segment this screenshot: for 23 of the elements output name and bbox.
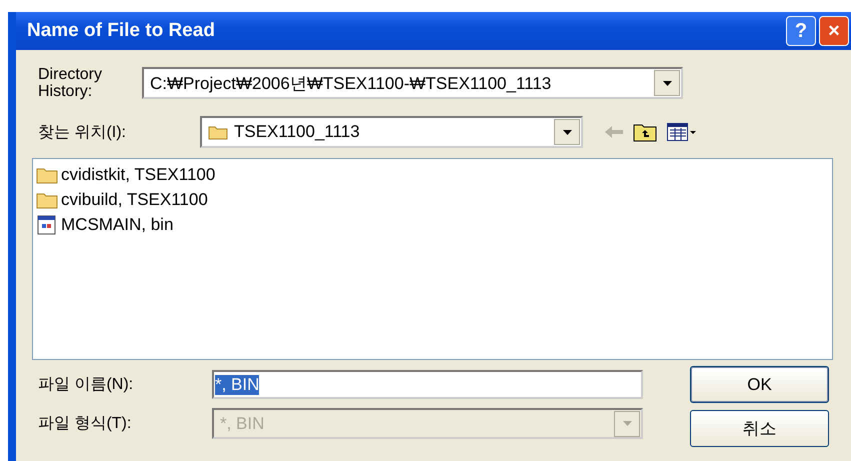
look-in-label: 찾는 위치(I): (38, 122, 127, 142)
file-list-item[interactable]: cvibuild, TSEX1100 (36, 187, 829, 212)
file-type-label: 파일 형식(T): (38, 414, 132, 434)
cancel-button[interactable]: 취소 (690, 410, 829, 447)
ok-button[interactable]: OK (690, 366, 829, 403)
folder-icon (36, 190, 58, 208)
file-name-field[interactable]: *, BIN (212, 370, 643, 399)
file-name-text: *, BIN (215, 374, 260, 394)
file-list[interactable]: cvidistkit, TSEX1100 cvibuild, TSEX1100 MCSMAIN, bin (32, 158, 833, 360)
window-title: Name of File to Read (27, 20, 215, 42)
file-list-item[interactable]: MCSMAIN, bin (36, 212, 829, 237)
directory-history-dropdown[interactable]: C:₩Project₩2006년₩TSEX1100-₩TSEX1100_1113 (142, 67, 683, 99)
program-file-icon (36, 214, 58, 234)
file-list-item[interactable]: cvidistkit, TSEX1100 (36, 162, 829, 187)
help-button[interactable]: ? (786, 16, 816, 46)
directory-history-label: Directory History: (38, 66, 104, 100)
close-button[interactable]: × (819, 16, 849, 46)
folder-icon (36, 166, 58, 184)
view-menu-icon[interactable] (667, 123, 697, 141)
up-folder-icon[interactable] (633, 122, 657, 142)
file-name-label: 파일 이름(N): (38, 375, 134, 395)
folder-icon (208, 124, 228, 140)
look-in-dropdown[interactable]: TSEX1100_1113 (200, 116, 583, 148)
